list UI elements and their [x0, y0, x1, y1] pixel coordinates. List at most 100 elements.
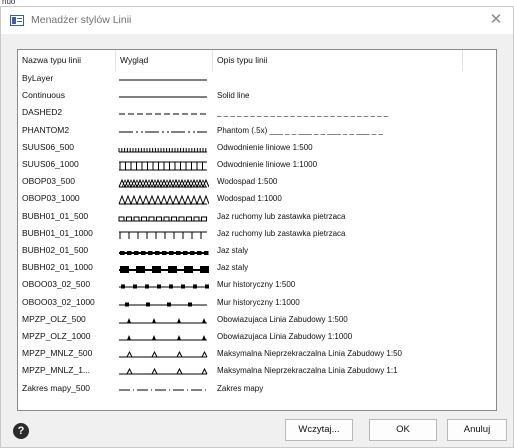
linetype-row[interactable]: MPZP_MNLZ_1... Maksymalna Nieprzekraczaln…	[18, 363, 496, 380]
linetype-preview	[117, 157, 211, 174]
linetype-description: Maksymalna Nieprzekraczalna Linia Zabudo…	[217, 349, 402, 359]
linetype-description: Wodospad 1:1000	[217, 194, 282, 204]
linetype-preview-zigzag_sparse	[118, 194, 209, 206]
linetype-preview-solid	[119, 96, 207, 98]
linetype-name: ByLayer	[22, 73, 54, 83]
linetype-name: Zakres mapy_500	[22, 382, 91, 393]
linetype-row[interactable]: SUUS06_1000 Odwodnienie liniowe 1:1000	[18, 157, 496, 174]
linetype-description: Mur historyczny 1:1000	[217, 297, 300, 307]
linetype-preview-triangles_filled	[119, 335, 207, 341]
linetype-description: Jaz staly	[217, 246, 249, 255]
linetype-preview-dots_sparse	[119, 302, 207, 307]
linetype-preview-solid	[119, 79, 207, 81]
linetype-row[interactable]: OBOP03_500 Wodospad 1:500	[18, 174, 496, 191]
linetype-preview	[117, 363, 211, 380]
linetype-name: MPZP_MNLZ_500	[22, 348, 93, 359]
linetype-description: Obowiazujaca Linia Zabudowy 1:1000	[217, 332, 353, 341]
linetype-preview	[117, 295, 211, 312]
linetype-preview	[117, 105, 211, 122]
linetype-name: BUBH01_01_500	[22, 210, 89, 221]
linetype-name: MPZP_OLZ_500	[22, 313, 86, 324]
linetype-name: Continuous	[22, 90, 66, 101]
linetype-row[interactable]: ByLayer	[18, 71, 496, 88]
linetype-row[interactable]: MPZP_OLZ_1000 Obowiazujaca Linia Zabudowy…	[18, 329, 496, 346]
linetype-preview-squares_small	[118, 216, 207, 222]
help-icon[interactable]: ?	[13, 423, 29, 439]
column-header-appearance[interactable]: Wygląd	[116, 50, 213, 71]
linetype-description: Odwodnienie liniowe 1:500	[217, 142, 313, 152]
linetype-list[interactable]: Nazwa typu linii Wygląd Opis typu linii …	[17, 49, 497, 411]
column-header-name[interactable]: Nazwa typu linii	[18, 50, 116, 71]
window-title: Menadżer stylów Linii	[31, 14, 132, 26]
linetype-name: OBOP03_500	[22, 176, 75, 187]
linetype-description: Obowiazujaca Linia Zabudowy 1:500	[217, 314, 348, 324]
linetype-preview-dots_dense	[119, 284, 209, 289]
linetype-name: OBOO03_02_1000	[22, 296, 95, 307]
linetype-row[interactable]: BUBH02_01_1000 Jaz staly	[18, 260, 496, 277]
linetype-row[interactable]: Zakres mapy_500 Zakres mapy	[18, 381, 496, 398]
linetype-name: MPZP_MNLZ_1...	[22, 365, 91, 376]
linetype-row[interactable]: MPZP_MNLZ_500 Maksymalna Nieprzekraczalna…	[18, 346, 496, 363]
linetype-preview-blocks_large	[119, 266, 209, 274]
linetype-preview	[117, 140, 211, 157]
column-header-description[interactable]: Opis typu linii	[213, 50, 463, 71]
cancel-button[interactable]: Anuluj	[447, 419, 507, 441]
linetype-preview	[117, 312, 211, 329]
title-bar: Menadżer stylów Linii ✕	[1, 7, 513, 34]
linetype-row[interactable]: MPZP_OLZ_500 Obowiazujaca Linia Zabudowy …	[18, 312, 496, 329]
linetype-name: SUUS06_500	[22, 141, 74, 152]
linetype-preview-blocks_small	[119, 251, 209, 255]
linetype-preview	[117, 191, 211, 208]
linetype-name: PHANTOM2	[22, 124, 70, 135]
linetype-preview	[117, 381, 211, 398]
linetype-description: Jaz ruchomy lub zastawka pietrzaca	[217, 228, 346, 238]
linetype-preview	[117, 174, 211, 191]
linetype-description: Phantom (.5x) ___ _ _ ___ _ _ ___ _ _ __…	[217, 125, 383, 135]
ok-button[interactable]: OK	[369, 419, 437, 441]
window-icon	[10, 15, 24, 26]
linetype-preview-phantom	[119, 131, 207, 133]
linetype-preview	[117, 209, 211, 226]
linetype-preview	[117, 329, 211, 346]
linetype-preview	[117, 260, 211, 277]
linetype-description: Solid line	[217, 91, 250, 101]
linetype-preview-ticks_up	[119, 231, 207, 239]
linetype-row[interactable]: DASHED2 _ _ _ _ _ _ _ _ _ _ _ _ _ _ _ _ _…	[18, 105, 496, 122]
linetype-row[interactable]: BUBH02_01_500 Jaz staly	[18, 243, 496, 260]
linetype-manager-dialog: Menadżer stylów Linii ✕ Nazwa typu linii…	[0, 6, 514, 448]
linetype-name: OBOO03_02_500	[22, 279, 91, 290]
linetype-preview-ticks_sparse	[119, 161, 207, 171]
linetype-description: Jaz ruchomy lub zastawka pietrzaca	[217, 211, 346, 221]
linetype-preview-triangles_filled	[119, 317, 207, 324]
linetype-description: _ _ _ _ _ _ _ _ _ _ _ _ _ _ _ _ _ _ _ _ …	[217, 108, 389, 118]
linetype-preview	[117, 346, 211, 363]
linetype-preview	[117, 71, 211, 88]
linetype-preview	[117, 88, 211, 105]
linetype-preview-triangles_open	[119, 368, 208, 375]
linetype-row[interactable]: OBOO03_02_500 Mur historyczny 1:500	[18, 277, 496, 294]
linetype-row[interactable]: Continuous Solid line	[18, 88, 496, 105]
close-button[interactable]: ✕	[485, 10, 507, 30]
linetype-description: Wodospad 1:500	[217, 177, 278, 187]
linetype-description: Maksymalna Nieprzekraczalna Linia Zabudo…	[217, 366, 398, 376]
linetype-row[interactable]: BUBH01_01_500 Jaz ruchomy lub zastawka pi…	[18, 209, 496, 226]
linetype-name: BUBH01_01_1000	[22, 227, 93, 238]
column-header-extra[interactable]	[463, 50, 497, 71]
linetype-name: DASHED2	[22, 107, 63, 118]
linetype-preview	[117, 226, 211, 243]
linetype-row[interactable]: BUBH01_01_1000 Jaz ruchomy lub zastawka p…	[18, 226, 496, 243]
linetype-preview-dash_dot	[119, 389, 206, 391]
linetype-row[interactable]: OBOO03_02_1000 Mur historyczny 1:1000	[18, 295, 496, 312]
linetype-row[interactable]: SUUS06_500 Odwodnienie liniowe 1:500	[18, 140, 496, 157]
load-button[interactable]: Wczytaj...	[285, 419, 353, 441]
linetype-preview-dashed	[119, 113, 206, 115]
linetype-name: OBOP03_1000	[22, 193, 80, 204]
linetype-description: Odwodnienie liniowe 1:1000	[217, 160, 318, 169]
linetype-description: Jaz staly	[217, 263, 249, 273]
linetype-preview-ticks_dense	[118, 147, 207, 153]
linetype-row[interactable]: OBOP03_1000 Wodospad 1:1000	[18, 191, 496, 208]
linetype-preview	[117, 243, 211, 260]
linetype-row[interactable]: PHANTOM2 Phantom (.5x) ___ _ _ ___ _ _ __…	[18, 123, 496, 140]
linetype-name: MPZP_OLZ_1000	[22, 331, 91, 341]
linetype-preview-zigzag_dense	[118, 178, 209, 189]
